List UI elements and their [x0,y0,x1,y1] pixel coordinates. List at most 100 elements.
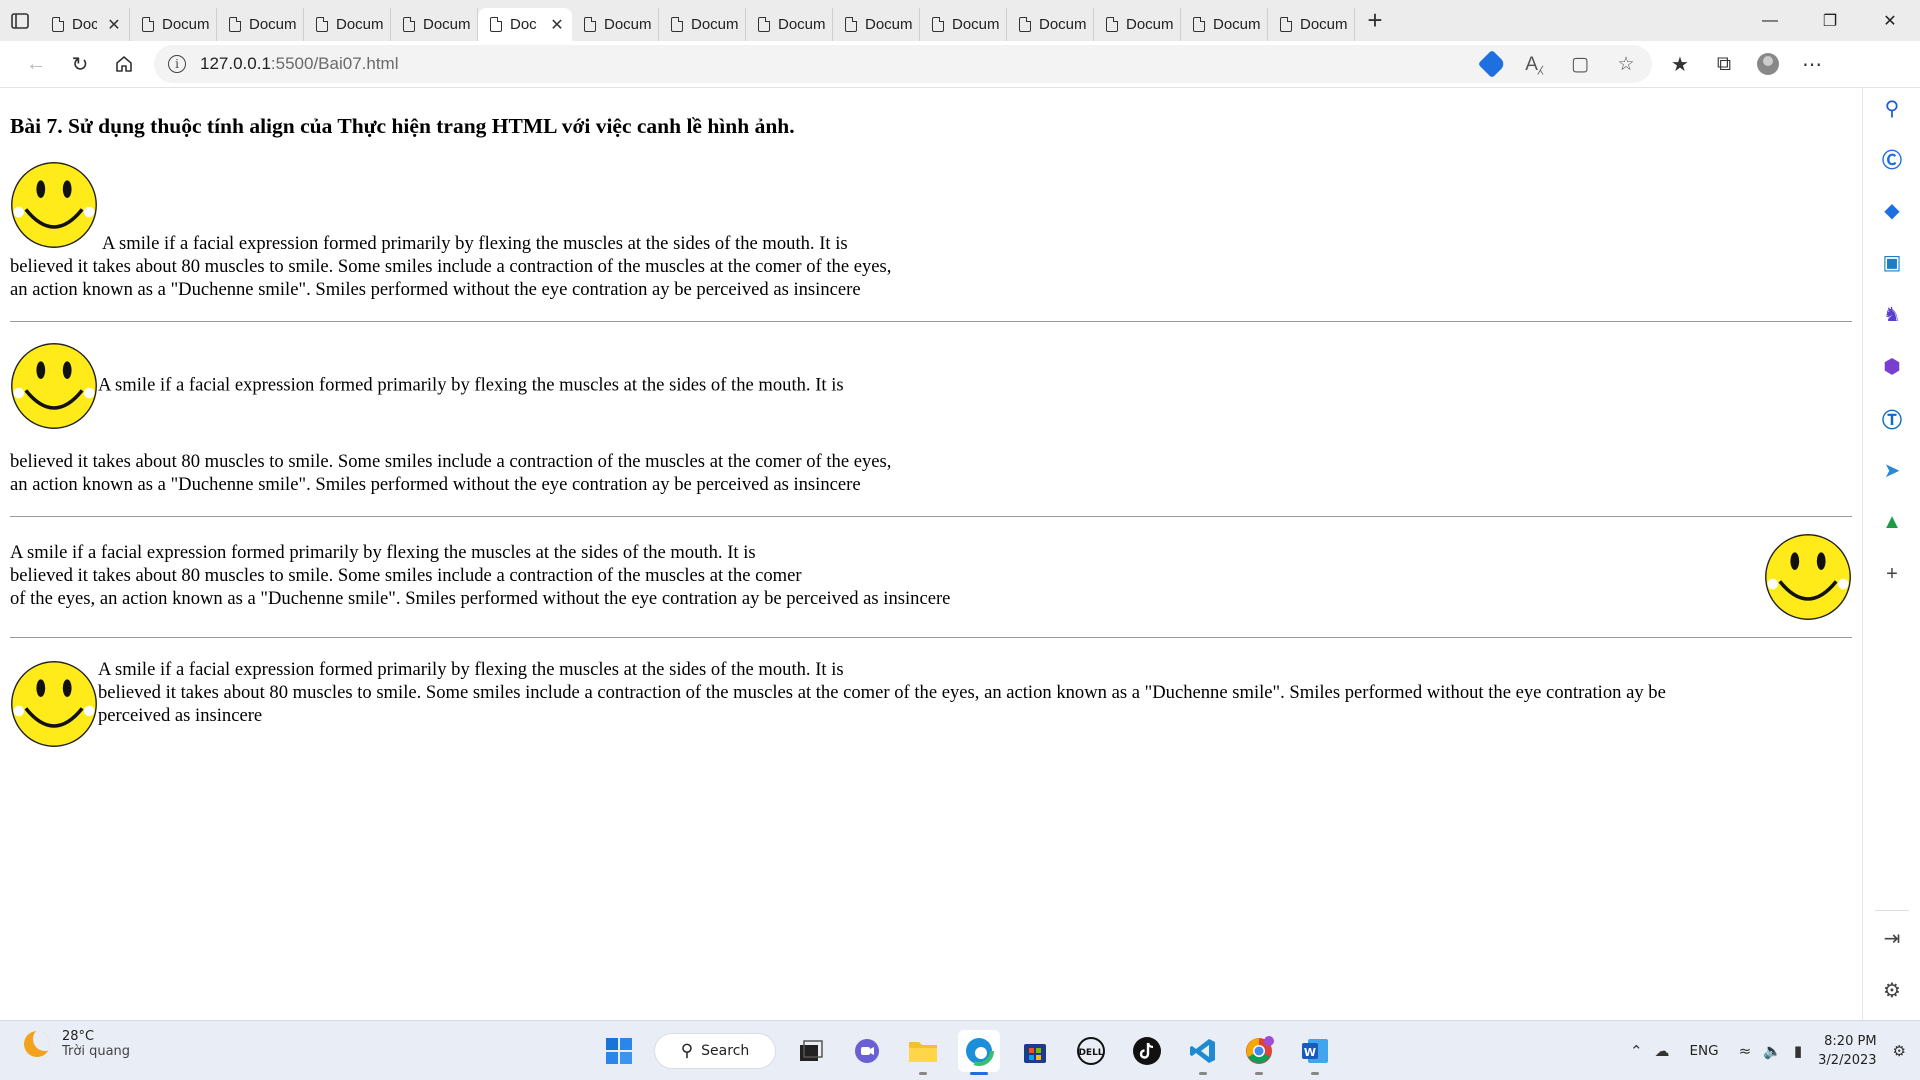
smile-block-right: A smile if a facial expression formed pr… [10,534,1852,631]
address-bar[interactable]: i 127.0.0.1:5500/Bai07.html A⁁ ▢ ☆ [154,45,1652,83]
chrome-button[interactable] [1238,1030,1280,1075]
sidebar-shopping-button[interactable]: ◆ [1863,190,1920,230]
back-button[interactable]: ← [14,44,58,84]
block4-line3: perceived as insincere [98,705,263,726]
minimize-button[interactable]: — [1740,0,1800,41]
clock-date: 3/2/2023 [1818,1053,1877,1068]
weather-widget[interactable]: 28°C Trời quang [24,1029,130,1059]
divider [10,516,1852,517]
document-icon [758,17,770,32]
chess-piece-icon: ♞ [1883,303,1901,326]
browser-tab[interactable]: Document [1094,8,1181,41]
browser-tab[interactable]: Document [746,8,833,41]
chevron-up-icon[interactable]: ⌃ [1630,1042,1643,1060]
sidebar-add-button[interactable]: + [1863,554,1920,594]
document-icon [845,17,857,32]
file-explorer-button[interactable] [902,1030,944,1075]
favorites-button[interactable]: ★ [1658,44,1702,84]
input-language[interactable]: ENG [1690,1043,1719,1059]
close-tab-icon[interactable]: ✕ [105,15,123,35]
edge-button[interactable] [958,1030,1000,1075]
browser-tab[interactable]: Document [130,8,217,41]
collections-button[interactable]: ⧉ [1702,44,1746,84]
sidebar-games-button[interactable]: ♞ [1863,294,1920,334]
browser-tab[interactable]: Document [217,8,304,41]
taskbar-search[interactable]: ⚲ Search [654,1033,776,1069]
close-window-button[interactable]: ✕ [1860,0,1920,41]
hide-sidebar-icon: ⇥ [1883,927,1901,950]
block4-line1: A smile if a facial expression formed pr… [98,659,844,680]
url-text[interactable]: 127.0.0.1:5500/Bai07.html [200,54,399,74]
wifi-icon[interactable]: ≈ [1739,1042,1752,1060]
browser-tab[interactable]: Doc ✕ [40,8,130,41]
sidebar-outlook-button[interactable]: Ⓣ [1863,398,1920,438]
store-icon [1024,1044,1046,1063]
vscode-icon [1190,1039,1215,1063]
browser-tab[interactable]: Document [304,8,391,41]
restore-button[interactable]: ❐ [1800,0,1860,41]
vscode-button[interactable] [1182,1030,1224,1075]
word-icon: W [1302,1039,1328,1063]
browser-tab[interactable]: Document [659,8,746,41]
sidebar-tools-button[interactable]: ▣ [1863,242,1920,282]
sidebar-telegram-button[interactable]: ➤ [1863,450,1920,490]
task-view-button[interactable] [790,1030,832,1072]
tab-label: Document [691,16,739,33]
tab-label: Document [1126,16,1174,33]
sidebar-tree-button[interactable]: ▲ [1863,502,1920,542]
site-info-icon[interactable]: i [168,55,186,73]
chat-icon [855,1039,879,1063]
start-button[interactable] [598,1030,640,1072]
battery-icon[interactable]: ▮ [1794,1042,1802,1060]
browser-tab[interactable]: Document [572,8,659,41]
home-icon [116,56,132,72]
sidebar-bing-button[interactable]: Ⓒ [1863,138,1920,178]
notification-bell-icon[interactable]: ⚙ [1893,1042,1906,1060]
send-icon: ➤ [1883,459,1901,482]
profile-button[interactable] [1746,44,1790,84]
settings-more-button[interactable]: ⋯ [1790,44,1834,84]
smiley-image [11,661,97,747]
browser-tab[interactable]: Doc ✕ [478,8,572,41]
browser-tab[interactable]: Document [1268,8,1355,41]
word-button[interactable]: W [1294,1030,1336,1075]
refresh-button[interactable]: ↻ [58,44,102,84]
browser-tab[interactable]: Document [920,8,1007,41]
home-button[interactable] [102,44,146,84]
browser-tab[interactable]: Document [391,8,478,41]
store-button[interactable] [1014,1030,1056,1072]
close-tab-icon[interactable]: ✕ [548,15,566,35]
immersive-reader-icon[interactable]: ▢ [1566,53,1594,76]
teams-chat-button[interactable] [846,1030,888,1072]
tab-actions-icon [11,12,29,29]
browser-tab[interactable]: Document [1181,8,1268,41]
browser-tab[interactable]: Document [1007,8,1094,41]
tiktok-button[interactable] [1126,1030,1168,1072]
sidebar-hide-button[interactable]: ⇥ [1863,918,1920,958]
sidebar-settings-button[interactable]: ⚙ [1863,970,1920,1010]
add-favorite-icon[interactable]: ☆ [1612,53,1640,76]
onedrive-icon[interactable]: ☁ [1655,1042,1670,1060]
document-icon [1106,17,1118,32]
sidebar-search-button[interactable]: ⚲ [1863,88,1920,128]
tab-label: Document [162,16,210,33]
volume-icon[interactable]: 🔈 [1763,1042,1782,1060]
shopping-tag-icon[interactable] [1477,49,1507,79]
search-label: Search [701,1043,750,1059]
read-aloud-icon[interactable]: A⁁ [1520,53,1548,76]
smile-block-baseline: A smile if a facial expression formed pr… [10,161,980,301]
shopping-tag-icon: ◆ [1884,199,1900,222]
smile-block-left: A smile if a facial expression formed pr… [10,658,1852,747]
new-tab-button[interactable]: + [1355,0,1395,41]
document-icon [316,17,328,32]
dell-button[interactable]: DELL [1070,1030,1112,1072]
smiley-image [1765,534,1851,620]
clock[interactable]: 8:20 PM 3/2/2023 [1818,1032,1876,1070]
tab-label: Document [865,16,913,33]
tree-icon: ▲ [1882,510,1902,533]
folder-icon [909,1042,937,1062]
tab-actions-button[interactable] [0,0,40,41]
sidebar-office-button[interactable]: ⬢ [1863,346,1920,386]
browser-tab[interactable]: Document [833,8,920,41]
taskbar-apps: ⚲ Search DELL W [598,1028,1336,1075]
